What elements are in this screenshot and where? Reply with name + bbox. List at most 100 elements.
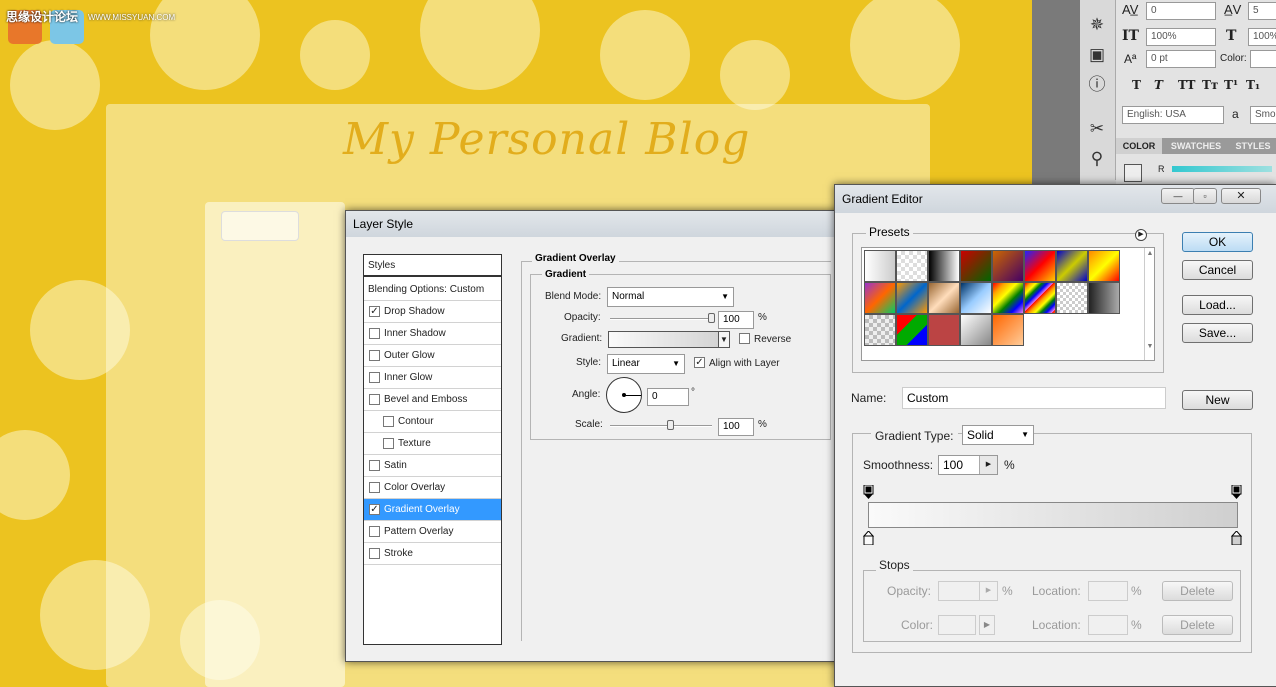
gradient-preset-swatch[interactable] [928, 314, 960, 346]
style-item[interactable]: Pattern Overlay [364, 521, 501, 543]
faux-italic-icon[interactable]: T [1154, 78, 1163, 92]
antialias-select[interactable]: Smo [1250, 106, 1276, 124]
style-select[interactable]: Linear ▼ [607, 354, 685, 374]
opacity-field[interactable]: 100 [718, 311, 754, 329]
tracking-field[interactable]: 0 [1146, 2, 1216, 20]
angle-dial[interactable] [606, 377, 642, 413]
maximize-button[interactable]: ▫ [1193, 188, 1217, 204]
image-icon[interactable]: ▣ [1086, 44, 1108, 66]
stop-opacity-location-field[interactable] [1088, 581, 1128, 601]
gradient-preset-swatch[interactable] [1056, 250, 1088, 282]
gradient-preset-swatch[interactable] [1024, 282, 1056, 314]
text-color-swatch[interactable] [1250, 50, 1276, 68]
color-stop-right[interactable] [1230, 530, 1243, 546]
delete-opacity-stop-button[interactable]: Delete [1162, 581, 1233, 601]
style-item[interactable]: ✓ Drop Shadow [364, 301, 501, 323]
color-stop-left[interactable] [862, 530, 875, 546]
tab-swatches[interactable]: SWATCHES [1163, 138, 1229, 154]
horizontal-scale-field[interactable]: 100% [1248, 28, 1276, 46]
gradient-preset-swatch[interactable] [992, 314, 1024, 346]
name-field[interactable]: Custom [902, 387, 1166, 409]
stop-color-swatch[interactable] [938, 615, 976, 635]
style-item-checkbox[interactable] [383, 416, 394, 427]
gradient-preset-swatch[interactable] [1024, 250, 1056, 282]
angle-field[interactable]: 0 [647, 388, 689, 406]
scale-slider[interactable] [610, 425, 712, 427]
scale-slider-knob[interactable] [667, 420, 675, 430]
clone-source-icon[interactable]: ⚲ [1086, 148, 1108, 170]
info-icon[interactable]: ⓘ [1086, 74, 1108, 96]
gradient-preset-swatch[interactable] [864, 282, 896, 314]
brush-tools-icon[interactable]: ✂ [1086, 118, 1108, 140]
gradient-preset-swatch[interactable] [896, 282, 928, 314]
style-item[interactable]: Stroke [364, 543, 501, 565]
gradient-preset-swatch[interactable] [864, 250, 896, 282]
language-select[interactable]: English: USA [1122, 106, 1224, 124]
small-caps-icon[interactable]: Tт [1202, 78, 1218, 92]
opacity-slider[interactable] [610, 318, 712, 320]
opacity-slider-knob[interactable] [708, 313, 715, 323]
style-item-checkbox[interactable]: ✓ [369, 306, 380, 317]
style-item-checkbox[interactable] [369, 482, 380, 493]
style-item-checkbox[interactable]: ✓ [369, 504, 380, 515]
style-item-checkbox[interactable] [383, 438, 394, 449]
gradient-preset-swatch[interactable] [960, 250, 992, 282]
style-item[interactable]: Outer Glow [364, 345, 501, 367]
presets-scrollbar[interactable]: ▲ ▼ [1144, 248, 1155, 360]
r-slider[interactable] [1172, 166, 1272, 172]
style-item[interactable]: Texture [364, 433, 501, 455]
gradient-type-select[interactable]: Solid ▼ [962, 425, 1034, 445]
blend-mode-select[interactable]: Normal ▼ [607, 287, 734, 307]
style-item[interactable]: ✓ Gradient Overlay [364, 499, 501, 521]
close-icon[interactable]: ✕ [1221, 188, 1261, 204]
gradient-preset-swatch[interactable] [960, 282, 992, 314]
gradient-preset-swatch[interactable] [1088, 282, 1120, 314]
superscript-icon[interactable]: T¹ [1224, 78, 1238, 92]
tab-color[interactable]: COLOR [1116, 138, 1162, 154]
ok-button[interactable]: OK [1182, 232, 1253, 252]
gradient-preset-swatch[interactable] [864, 314, 896, 346]
kerning-field[interactable]: 5 [1248, 2, 1276, 20]
stop-opacity-stepper-icon[interactable]: ▶ [979, 582, 997, 600]
gradient-preset-swatch[interactable] [928, 250, 960, 282]
delete-color-stop-button[interactable]: Delete [1162, 615, 1233, 635]
opacity-stop-left[interactable] [863, 484, 874, 499]
navigator-icon[interactable]: ✵ [1086, 14, 1108, 36]
style-item-checkbox[interactable] [369, 548, 380, 559]
cancel-button[interactable]: Cancel [1182, 260, 1253, 280]
reverse-checkbox[interactable] [739, 333, 750, 344]
align-with-layer-checkbox[interactable]: ✓ [694, 357, 705, 368]
gradient-preset-swatch[interactable] [1056, 282, 1088, 314]
style-item-checkbox[interactable] [369, 460, 380, 471]
smoothness-stepper-icon[interactable]: ▶ [979, 456, 997, 474]
stop-color-location-field[interactable] [1088, 615, 1128, 635]
gradient-preset-swatch[interactable] [1088, 250, 1120, 282]
baseline-field[interactable]: 0 pt [1146, 50, 1216, 68]
gradient-preset-swatch[interactable] [992, 250, 1024, 282]
load-button[interactable]: Load... [1182, 295, 1253, 315]
gradient-preset-swatch[interactable] [896, 250, 928, 282]
style-item-checkbox[interactable] [369, 526, 380, 537]
style-item[interactable]: Contour [364, 411, 501, 433]
gradient-preview[interactable] [608, 331, 730, 348]
faux-bold-icon[interactable]: T [1132, 78, 1141, 92]
stop-color-arrow-icon[interactable]: ▶ [979, 615, 995, 635]
gradient-bar[interactable] [868, 502, 1238, 528]
gradient-preset-swatch[interactable] [896, 314, 928, 346]
new-button[interactable]: New [1182, 390, 1253, 410]
style-item-checkbox[interactable] [369, 328, 380, 339]
style-item[interactable]: Blending Options: Custom [364, 279, 501, 301]
presets-menu-icon[interactable]: ▶ [1135, 229, 1147, 241]
vertical-scale-field[interactable]: 100% [1146, 28, 1216, 46]
all-caps-icon[interactable]: TT [1178, 78, 1195, 92]
style-item[interactable]: Bevel and Emboss [364, 389, 501, 411]
style-item-checkbox[interactable] [369, 350, 380, 361]
opacity-stop-right[interactable] [1231, 484, 1242, 499]
style-item[interactable]: Satin [364, 455, 501, 477]
gradient-dropdown-icon[interactable]: ▼ [718, 331, 730, 348]
subscript-icon[interactable]: T₁ [1246, 78, 1260, 92]
gradient-preset-swatch[interactable] [928, 282, 960, 314]
style-item[interactable]: Inner Glow [364, 367, 501, 389]
style-item-checkbox[interactable] [369, 394, 380, 405]
styles-header[interactable]: Styles [364, 255, 501, 277]
